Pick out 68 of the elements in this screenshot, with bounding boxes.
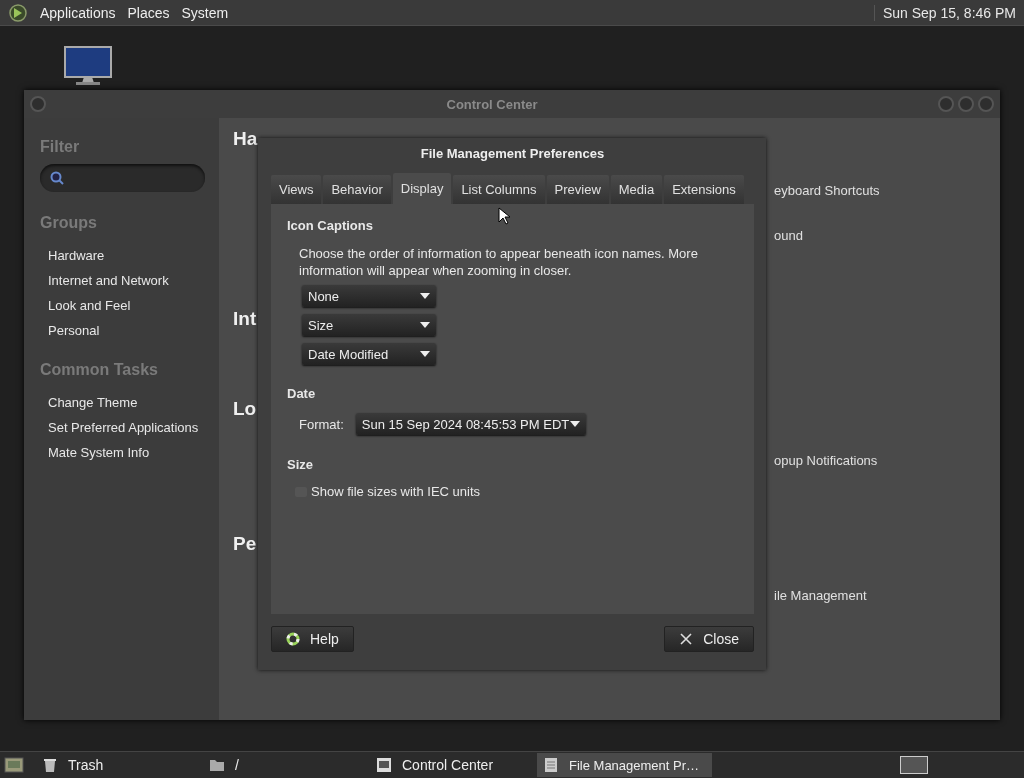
sidebar-link[interactable]: Change Theme <box>48 395 205 411</box>
mouse-pointer-icon <box>498 207 510 225</box>
desktop-icon <box>4 756 24 774</box>
workspace-switcher[interactable] <box>900 756 928 774</box>
dropdown[interactable]: Sun 15 Sep 2024 08:45:53 PM EDT <box>355 413 586 435</box>
section-heading: Pe <box>233 533 257 555</box>
taskbar-button[interactable]: Trash <box>36 753 203 777</box>
window-menu-button[interactable] <box>30 96 46 112</box>
logo-icon <box>8 2 28 23</box>
applet-label[interactable]: eyboard Shortcuts <box>774 173 880 198</box>
close-button[interactable]: Close <box>664 626 754 652</box>
sidebar-link[interactable]: Internet and Network <box>48 273 205 289</box>
tab[interactable]: Display <box>392 173 452 204</box>
tab[interactable]: Preview <box>546 175 609 204</box>
monitor-icon <box>64 46 112 86</box>
sidebar-link[interactable]: Personal <box>48 323 205 339</box>
document-icon <box>543 757 559 773</box>
minimize-button[interactable] <box>938 96 954 112</box>
tab[interactable]: List Columns <box>453 175 545 204</box>
trash-icon <box>42 757 58 773</box>
section-heading: Size <box>287 457 314 472</box>
section-heading: Int <box>233 308 257 330</box>
dropdown[interactable]: Size <box>302 314 436 336</box>
taskbar-button[interactable]: / <box>203 753 370 777</box>
description-text: Choose the order of information to appear beneath icon names. More information will appear when zooming in closer. <box>298 245 699 279</box>
section-heading: Icon Captions <box>287 218 374 233</box>
close-button[interactable] <box>978 96 994 112</box>
caret-icon <box>420 322 430 328</box>
menu-item[interactable]: System <box>181 4 229 21</box>
window-title: Control Center <box>445 96 539 112</box>
dialog-title: File Management Preferences <box>419 145 606 163</box>
section-heading: Date <box>287 386 317 401</box>
tab[interactable]: Media <box>610 175 663 204</box>
help-button[interactable]: Help <box>271 626 354 652</box>
taskbar-button[interactable]: Control Center <box>370 753 537 777</box>
sidebar-link[interactable]: Hardware <box>48 248 205 264</box>
section-heading: Common Tasks <box>40 361 159 379</box>
clock[interactable]: Sun Sep 15, 8:46 PM <box>873 4 1016 21</box>
lifebuoy-icon <box>286 632 300 646</box>
dropdown[interactable]: Date Modified <box>302 343 436 365</box>
section-heading: Groups <box>40 214 98 232</box>
maximize-button[interactable] <box>958 96 974 112</box>
close-icon <box>679 632 694 646</box>
menu-item[interactable]: Places <box>127 4 170 21</box>
dropdown[interactable]: None <box>302 285 436 307</box>
sidebar-link[interactable]: Mate System Info <box>48 445 205 461</box>
taskbar-button[interactable]: File Management Pr… <box>537 753 712 777</box>
caret-icon <box>420 293 430 299</box>
folder-icon <box>209 757 225 773</box>
search-field[interactable] <box>40 164 205 192</box>
field-label: Format: <box>299 416 344 432</box>
section-heading: Ha <box>233 128 258 150</box>
tab[interactable]: Behavior <box>323 175 391 204</box>
search-icon <box>50 171 64 185</box>
section-heading: Lo <box>233 398 257 420</box>
checkbox-label[interactable]: Show file sizes with IEC units <box>311 484 481 499</box>
sidebar-link[interactable]: Set Preferred Applications <box>48 420 205 436</box>
tab[interactable]: Extensions <box>664 175 744 204</box>
sidebar-link[interactable]: Look and Feel <box>48 298 205 314</box>
control-panel-icon <box>376 757 392 773</box>
applet-label[interactable]: ile Management <box>774 578 867 603</box>
section-heading: Filter <box>40 138 81 156</box>
caret-icon <box>420 351 430 357</box>
applet-label[interactable]: opup Notifications <box>774 443 878 468</box>
applet-label[interactable]: ound <box>774 218 803 243</box>
caret-icon <box>569 421 580 427</box>
menu-item[interactable]: Applications <box>40 4 116 21</box>
tab[interactable]: Views <box>271 175 322 204</box>
